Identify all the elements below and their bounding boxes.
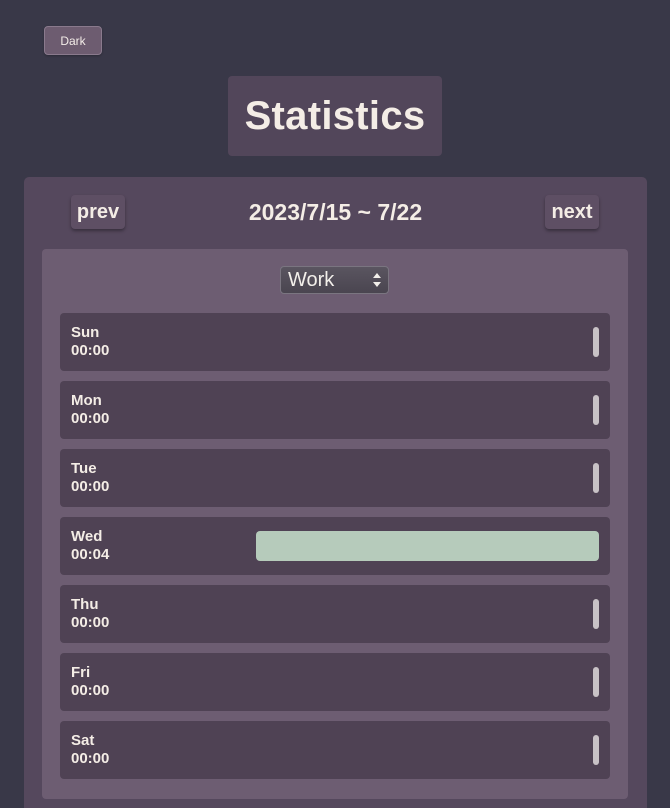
day-row: Thu 00:00 [60,585,610,643]
duration-bar-track [256,395,599,425]
duration-bar [593,667,599,697]
day-duration: 00:04 [71,546,110,563]
page-title: Statistics [244,93,426,138]
duration-bar [593,327,599,357]
statistics-page: Dark Statistics 2023/7/15 ~ 7/22 prev ne… [0,0,670,808]
day-duration: 00:00 [71,750,110,767]
category-select[interactable]: Work [280,266,389,294]
duration-bar-track [256,327,599,357]
title-box: Statistics [228,76,442,156]
day-duration: 00:00 [71,478,110,495]
day-row: Mon 00:00 [60,381,610,439]
category-select-value: Work [288,268,335,291]
day-label: Sun [71,324,100,341]
duration-bar [256,531,599,561]
day-label: Mon [71,392,102,409]
day-label: Tue [71,460,97,477]
duration-bar [593,463,599,493]
day-row: Fri 00:00 [60,653,610,711]
day-duration: 00:00 [71,410,110,427]
day-list-container: Work Sun 00:00 Mon 00:00 Tue 00:00 Wed 00:04 Thu… [42,249,628,799]
duration-bar-track [256,531,599,561]
duration-bar-track [256,463,599,493]
day-row: Sat 00:00 [60,721,610,779]
duration-bar [593,735,599,765]
day-label: Thu [71,596,99,613]
duration-bar-track [256,667,599,697]
day-duration: 00:00 [71,682,110,699]
select-arrows-icon [373,273,381,287]
duration-bar-track [256,599,599,629]
prev-button[interactable]: prev [71,195,125,229]
duration-bar [593,395,599,425]
day-row: Tue 00:00 [60,449,610,507]
stats-panel: 2023/7/15 ~ 7/22 prev next Work Sun 00:00… [24,177,647,808]
duration-bar [593,599,599,629]
day-label: Sat [71,732,95,749]
day-label: Fri [71,664,91,681]
day-duration: 00:00 [71,614,110,631]
day-duration: 00:00 [71,342,110,359]
theme-toggle-button[interactable]: Dark [44,26,102,55]
day-row: Wed 00:04 [60,517,610,575]
day-row: Sun 00:00 [60,313,610,371]
duration-bar-track [256,735,599,765]
day-label: Wed [71,528,103,545]
next-button[interactable]: next [545,195,599,229]
